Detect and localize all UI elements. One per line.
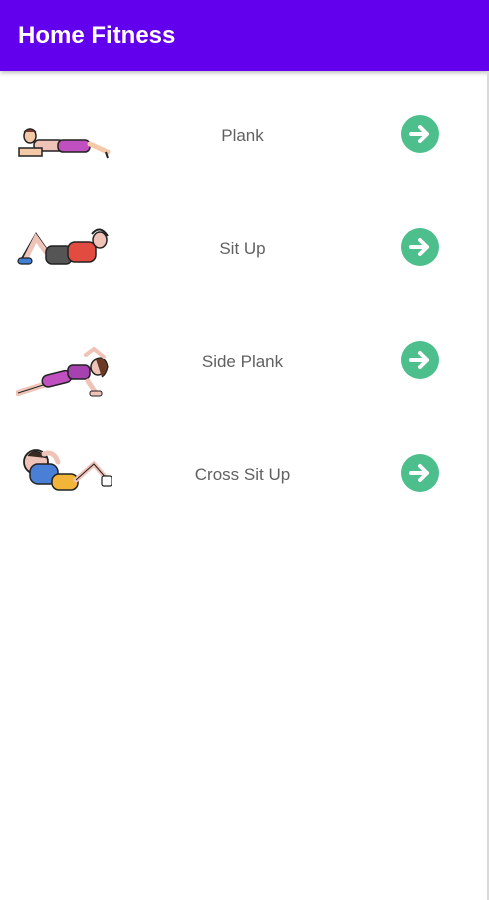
open-exercise-button[interactable] — [401, 228, 439, 266]
exercise-label: Side Plank — [201, 352, 284, 371]
app-title: Home Fitness — [18, 22, 176, 49]
exercise-label: Sit Up — [219, 239, 266, 258]
exercise-label: Cross Sit Up — [194, 465, 291, 484]
arrow-right-icon — [409, 351, 429, 369]
list-item[interactable]: Plank — [0, 71, 489, 181]
list-item[interactable]: Sit Up — [0, 184, 489, 294]
arrow-right-icon — [409, 464, 429, 482]
list-item[interactable]: Cross Sit Up — [0, 410, 489, 520]
plank-illustration-icon — [18, 128, 111, 159]
list-item[interactable]: Side Plank — [0, 297, 489, 407]
cross-sit-up-illustration-icon — [23, 449, 112, 491]
open-exercise-button[interactable] — [401, 454, 439, 492]
arrow-right-icon — [409, 238, 429, 256]
arrow-right-icon — [409, 125, 429, 143]
exercise-label: Plank — [221, 126, 264, 145]
app-bar: Home Fitness — [0, 0, 489, 71]
sit-up-illustration-icon — [17, 228, 109, 265]
open-exercise-button[interactable] — [401, 341, 439, 379]
side-plank-illustration-icon — [16, 347, 109, 397]
open-exercise-button[interactable] — [401, 115, 439, 153]
